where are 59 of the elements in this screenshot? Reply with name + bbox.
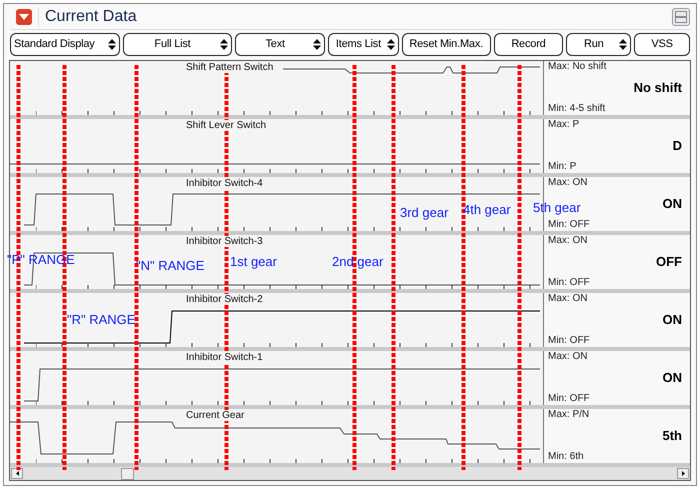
min-reading: Min: OFF (548, 277, 591, 289)
current-value: ON (662, 371, 683, 385)
split-window-icon (675, 10, 687, 22)
max-reading: Max: ON (548, 235, 588, 247)
scrollbar-thumb[interactable] (121, 468, 134, 480)
min-reading: Min: OFF (548, 219, 591, 231)
dropdown-button[interactable]: Text (235, 33, 326, 56)
toolbar-button[interactable]: Reset Min.Max. (402, 33, 491, 56)
max-reading: Max: P (548, 119, 580, 131)
scroll-left-button[interactable] (11, 468, 23, 479)
signal-name: Shift Lever Switch (186, 120, 266, 131)
signal-name: Inhibitor Switch-2 (186, 294, 263, 305)
current-value: ON (662, 197, 683, 211)
annotation-label: "R" RANGE (67, 311, 136, 329)
signal-name: Inhibitor Switch-1 (186, 352, 263, 363)
up-down-arrows-icon (386, 39, 395, 50)
current-value: 5th (662, 429, 683, 443)
horizontal-scrollbar[interactable] (10, 467, 690, 480)
dropdown-button[interactable]: Items List (328, 33, 399, 56)
right-arrow-icon (682, 471, 684, 476)
left-arrow-icon (16, 471, 18, 476)
current-value: ON (662, 313, 683, 327)
signal-name: Shift Pattern Switch (186, 62, 274, 73)
annotation-label: 2nd gear (332, 253, 384, 271)
signal-name: Inhibitor Switch-4 (186, 178, 263, 189)
min-reading: Min: OFF (548, 335, 591, 347)
current-value: D (672, 139, 683, 153)
current-value: No shift (634, 81, 683, 95)
toolbar-button[interactable]: VSS (634, 33, 690, 56)
min-reading: Min: P (548, 161, 578, 173)
max-reading: Max: ON (548, 351, 588, 363)
annotation-label: 5th gear (533, 199, 581, 217)
max-reading: Max: ON (548, 293, 588, 305)
annotation-label: 1st gear (230, 253, 277, 271)
min-reading: Min: 6th (548, 451, 585, 463)
dropdown-button[interactable]: Standard Display (10, 33, 120, 56)
layout-toggle-button[interactable] (672, 8, 690, 26)
current-value: OFF (656, 255, 683, 269)
max-reading: Max: ON (548, 177, 588, 189)
annotation-label: 3rd gear (400, 204, 448, 222)
dropdown-button[interactable]: Full List (122, 33, 232, 56)
window-title: Current Data (45, 6, 137, 26)
up-down-arrows-icon (108, 39, 116, 50)
scroll-right-button[interactable] (677, 468, 689, 479)
max-reading: Max: P/N (548, 409, 590, 421)
dropdown-button[interactable]: Run (566, 33, 632, 56)
annotation-label: "N" RANGE (136, 257, 204, 275)
up-down-arrows-icon (619, 39, 628, 50)
signal-name: Inhibitor Switch-3 (186, 236, 263, 247)
annotation-label: 4th gear (463, 201, 511, 219)
max-reading: Max: No shift (548, 61, 608, 73)
min-reading: Min: OFF (548, 393, 591, 405)
up-down-arrows-icon (220, 39, 228, 50)
chevron-down-icon (19, 14, 29, 20)
collapse-button[interactable] (16, 8, 32, 24)
signal-name: Current Gear (186, 410, 244, 421)
toolbar-button[interactable]: Record (494, 33, 564, 56)
min-reading: Min: 4-5 shift (548, 103, 606, 115)
up-down-arrows-icon (313, 39, 322, 50)
